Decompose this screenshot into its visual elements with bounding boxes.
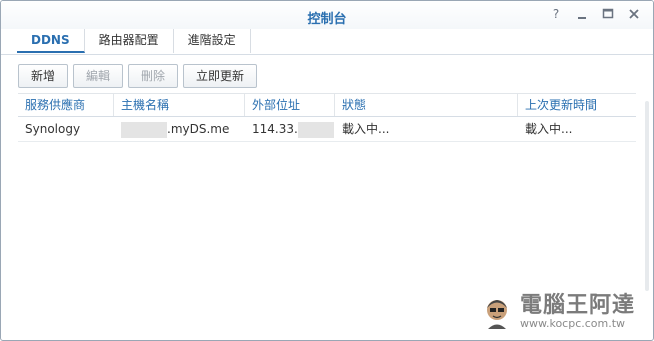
minimize-icon[interactable] [575, 7, 589, 21]
tab-bar: DDNS 路由器配置 進階設定 [17, 29, 251, 53]
column-header-status[interactable]: 狀態 [335, 94, 518, 116]
table-header: 服務供應商 主機名稱 外部位址 狀態 上次更新時間 [18, 93, 636, 117]
close-icon[interactable] [627, 7, 641, 21]
tab-router-config[interactable]: 路由器配置 [85, 29, 174, 53]
update-now-button[interactable]: 立即更新 [183, 64, 258, 88]
hostname-suffix: .myDS.me [167, 122, 230, 136]
tab-divider [1, 54, 653, 55]
tab-ddns[interactable]: DDNS [17, 29, 85, 53]
maximize-icon[interactable] [601, 7, 615, 21]
watermark-text: 電腦王阿達 www.kocpc.com.tw [520, 294, 635, 330]
table-row[interactable]: Synology .myDS.me 114.33. 載入中... 載入中... [18, 117, 636, 142]
redacted-block [297, 121, 334, 138]
column-header-hostname[interactable]: 主機名稱 [114, 94, 245, 116]
window-controls: ? [549, 7, 641, 21]
watermark-name: 電腦王阿達 [519, 293, 635, 318]
external-address-prefix: 114.33. [252, 122, 298, 136]
ddns-table: 服務供應商 主機名稱 外部位址 狀態 上次更新時間 Synology .myDS… [18, 93, 636, 142]
delete-button[interactable]: 刪除 [128, 64, 179, 88]
cell-hostname: .myDS.me [114, 117, 245, 141]
cell-status: 載入中... [342, 122, 390, 136]
cell-provider: Synology [25, 122, 81, 136]
toolbar: 新增 編輯 刪除 立即更新 [18, 64, 258, 88]
redacted-block [121, 121, 167, 138]
watermark-url: www.kocpc.com.tw [519, 317, 626, 330]
mascot-logo-icon [486, 300, 507, 329]
column-header-last-update[interactable]: 上次更新時間 [518, 94, 628, 116]
add-button[interactable]: 新增 [18, 64, 69, 88]
edit-button[interactable]: 編輯 [73, 64, 124, 88]
column-header-provider[interactable]: 服務供應商 [18, 94, 114, 116]
watermark: 電腦王阿達 www.kocpc.com.tw [480, 294, 635, 330]
cell-last-update: 載入中... [525, 122, 573, 136]
help-icon[interactable]: ? [549, 7, 563, 21]
cell-external-address: 114.33. [245, 117, 335, 141]
vertical-scrollbar[interactable] [645, 101, 649, 291]
title-bar: 控制台 ? [1, 1, 653, 29]
tab-advanced-settings[interactable]: 進階設定 [174, 29, 251, 53]
column-header-external-address[interactable]: 外部位址 [245, 94, 335, 116]
control-panel-window: 控制台 ? DDNS 路由器配置 進階設定 新增 編輯 刪除 立即更新 服務供應… [0, 0, 654, 341]
